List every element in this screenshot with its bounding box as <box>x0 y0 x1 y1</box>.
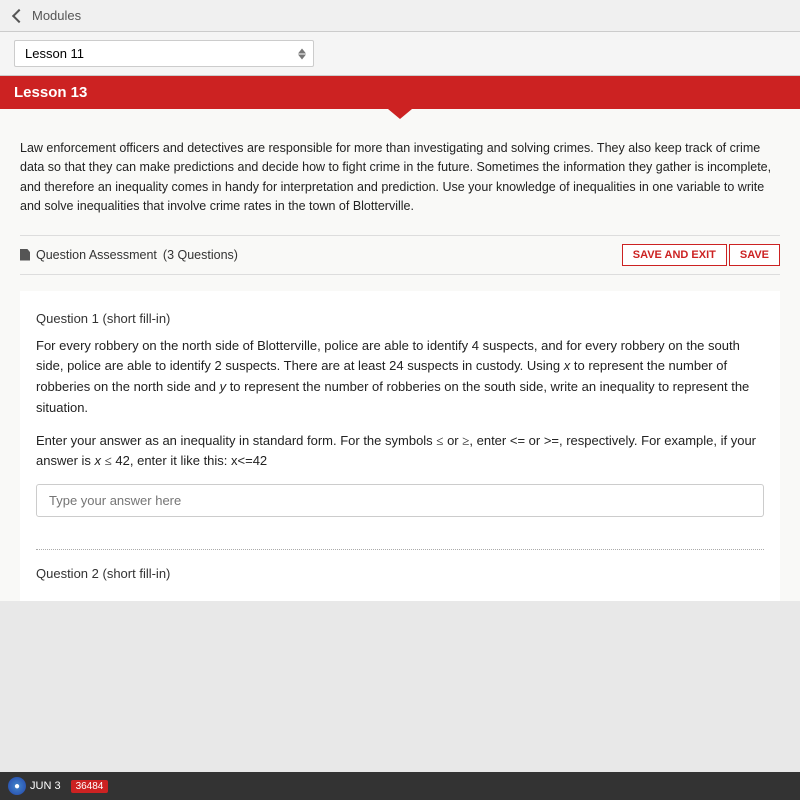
lesson-select[interactable]: Lesson 10 Lesson 11 Lesson 12 Lesson 13 <box>14 40 314 67</box>
assessment-icon <box>20 249 30 261</box>
assessment-label-group: Question Assessment (3 Questions) <box>20 248 238 262</box>
lesson-selector-row: Lesson 10 Lesson 11 Lesson 12 Lesson 13 <box>0 32 800 76</box>
taskbar-circle-icon: ● <box>8 777 26 795</box>
lesson-header: Lesson 13 <box>0 76 800 109</box>
question1-body: For every robbery on the north side of B… <box>36 336 764 419</box>
taskbar: ● JUN 3 36484 <box>0 772 800 800</box>
taskbar-date: ● JUN 3 <box>8 777 61 795</box>
question1-heading: Question 1 (short fill-in) <box>36 311 764 326</box>
main-content: Law enforcement officers and detectives … <box>0 109 800 601</box>
question2-heading: Question 2 (short fill-in) <box>36 566 764 581</box>
chevron-left-icon <box>12 8 26 22</box>
assessment-label-text: Question Assessment <box>36 248 157 262</box>
lesson-header-title: Lesson 13 <box>14 84 87 101</box>
questions-area: Question 1 (short fill-in) For every rob… <box>20 291 780 602</box>
question1-answer-input[interactable] <box>36 484 764 517</box>
assessment-bar: Question Assessment (3 Questions) SAVE A… <box>20 235 780 275</box>
taskbar-number-badge: 36484 <box>71 780 109 793</box>
assessment-buttons-group: SAVE AND EXIT SAVE <box>622 244 780 266</box>
taskbar-date-label: JUN 3 <box>30 780 61 792</box>
back-to-modules-button[interactable]: Modules <box>14 8 81 23</box>
or-text: or <box>447 433 459 448</box>
assessment-question-count: (3 Questions) <box>163 248 238 262</box>
top-bar: Modules <box>0 0 800 32</box>
question1-instruction: Enter your answer as an inequality in st… <box>36 431 764 473</box>
section-divider <box>36 549 764 550</box>
lesson-select-wrapper[interactable]: Lesson 10 Lesson 11 Lesson 12 Lesson 13 <box>14 40 314 67</box>
intro-text: Law enforcement officers and detectives … <box>20 129 780 217</box>
save-and-exit-button[interactable]: SAVE AND EXIT <box>622 244 727 266</box>
save-button[interactable]: SAVE <box>729 244 780 266</box>
back-label: Modules <box>32 8 81 23</box>
taskbar-number: 36484 <box>69 780 109 793</box>
